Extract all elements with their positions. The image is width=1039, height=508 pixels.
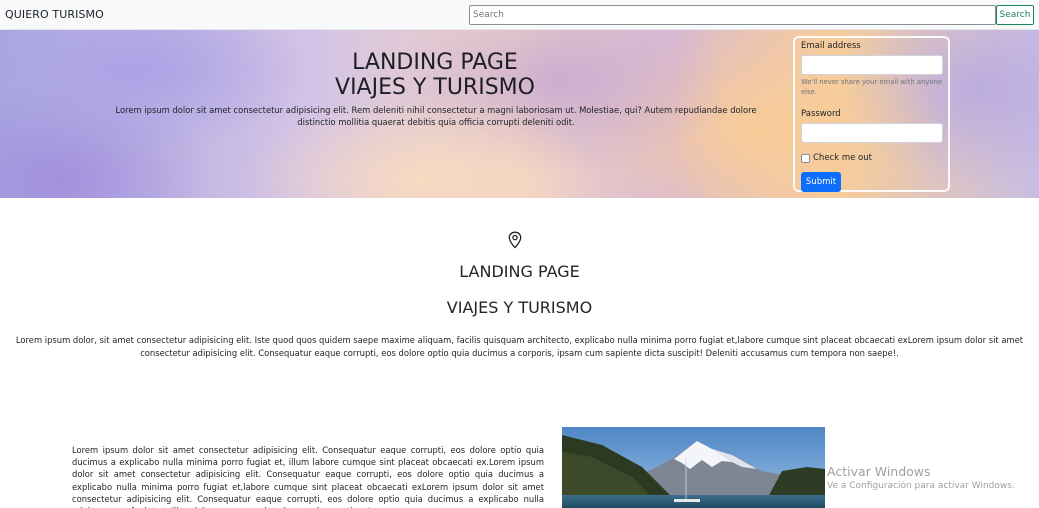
windows-activation-subtitle: Ve a Configuración para activar Windows.: [827, 481, 1015, 491]
section-subtitle: VIAJES Y TURISMO: [446, 298, 593, 317]
hero-subtitle: VIAJES Y TURISMO: [335, 75, 535, 100]
hero-banner: LANDING PAGE VIAJES Y TURISMO Lorem ipsu…: [0, 30, 1039, 198]
login-form: Email address We'll never share your ema…: [793, 36, 950, 192]
email-label: Email address: [801, 41, 861, 51]
feature-description: Lorem ipsum dolor sit amet consectetur a…: [72, 445, 544, 508]
password-label: Password: [801, 109, 841, 119]
section-description: Lorem ipsum dolor, sit amet consectetur …: [15, 335, 1024, 358]
checkbox-label[interactable]: Check me out: [813, 153, 872, 163]
password-field[interactable]: [801, 123, 943, 143]
mountain-lake-photo: [562, 427, 825, 508]
navbar: QUIERO TURISMO Search: [0, 0, 1039, 30]
search-input[interactable]: [469, 5, 996, 25]
hero-description: Lorem ipsum dolor sit amet consectetur a…: [115, 105, 757, 127]
section-title: LANDING PAGE: [459, 262, 580, 281]
search-button[interactable]: Search: [996, 5, 1034, 25]
hero-title: LANDING PAGE: [352, 50, 518, 75]
email-help-text: We'll never share your email with anyone…: [801, 78, 943, 96]
map-pin-icon: [508, 231, 522, 249]
submit-button[interactable]: Submit: [801, 172, 841, 192]
email-field[interactable]: [801, 55, 943, 75]
brand-link[interactable]: QUIERO TURISMO: [5, 8, 104, 21]
windows-activation-title: Activar Windows: [827, 464, 931, 479]
check-me-out-checkbox[interactable]: [801, 154, 810, 163]
